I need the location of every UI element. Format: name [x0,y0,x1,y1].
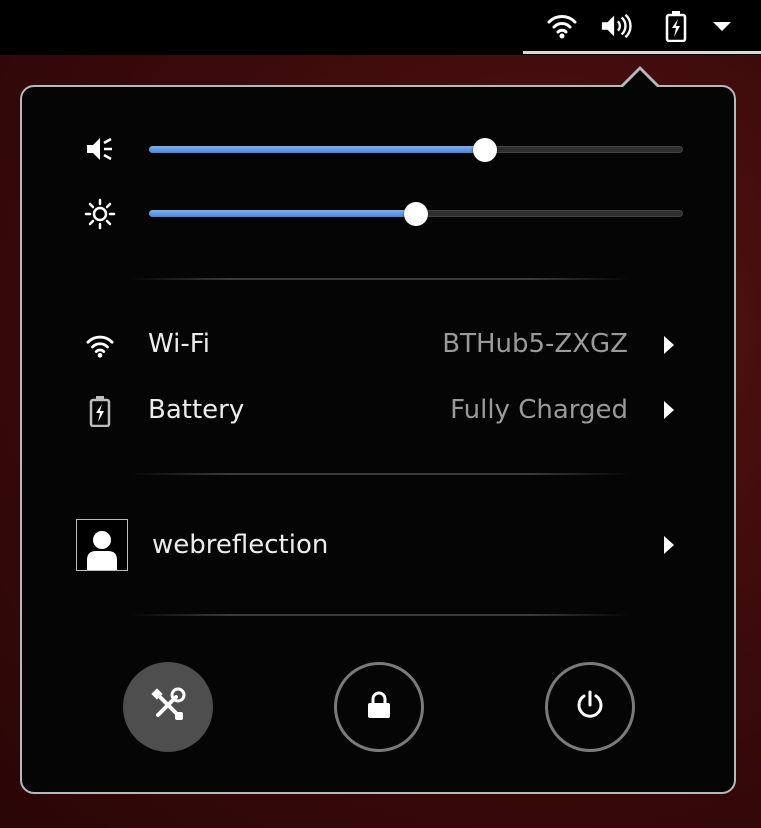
top-bar [0,0,761,55]
wifi-icon [84,330,116,362]
power-button[interactable] [545,662,635,752]
brightness-slider-fill [149,210,416,217]
separator [130,614,630,616]
wifi-icon[interactable] [546,10,578,42]
separator [130,278,630,280]
avatar-icon [76,519,128,571]
battery-charging-icon[interactable] [660,10,692,42]
battery-charging-icon [84,395,116,427]
chevron-right-icon [664,401,674,419]
volume-slider-fill [149,146,486,153]
wifi-label: Wi-Fi [148,329,211,359]
lock-button[interactable] [334,662,424,752]
chevron-right-icon [664,336,674,354]
settings-button[interactable] [123,662,213,752]
active-indicator [523,51,761,54]
separator [130,473,630,475]
username: webreflection [152,530,329,560]
wifi-network-name: BTHub5-ZXGZ [442,329,628,359]
settings-tools-icon [149,686,187,728]
volume-icon[interactable] [600,10,632,42]
battery-status: Fully Charged [450,395,628,425]
chevron-right-icon [664,536,674,554]
lock-icon [365,690,393,724]
system-menu-arrow-icon[interactable] [706,10,738,42]
power-icon [574,689,606,725]
battery-label: Battery [148,395,245,425]
brightness-slider-handle[interactable] [404,202,428,226]
volume-low-icon [84,133,116,165]
brightness-icon [84,198,116,230]
